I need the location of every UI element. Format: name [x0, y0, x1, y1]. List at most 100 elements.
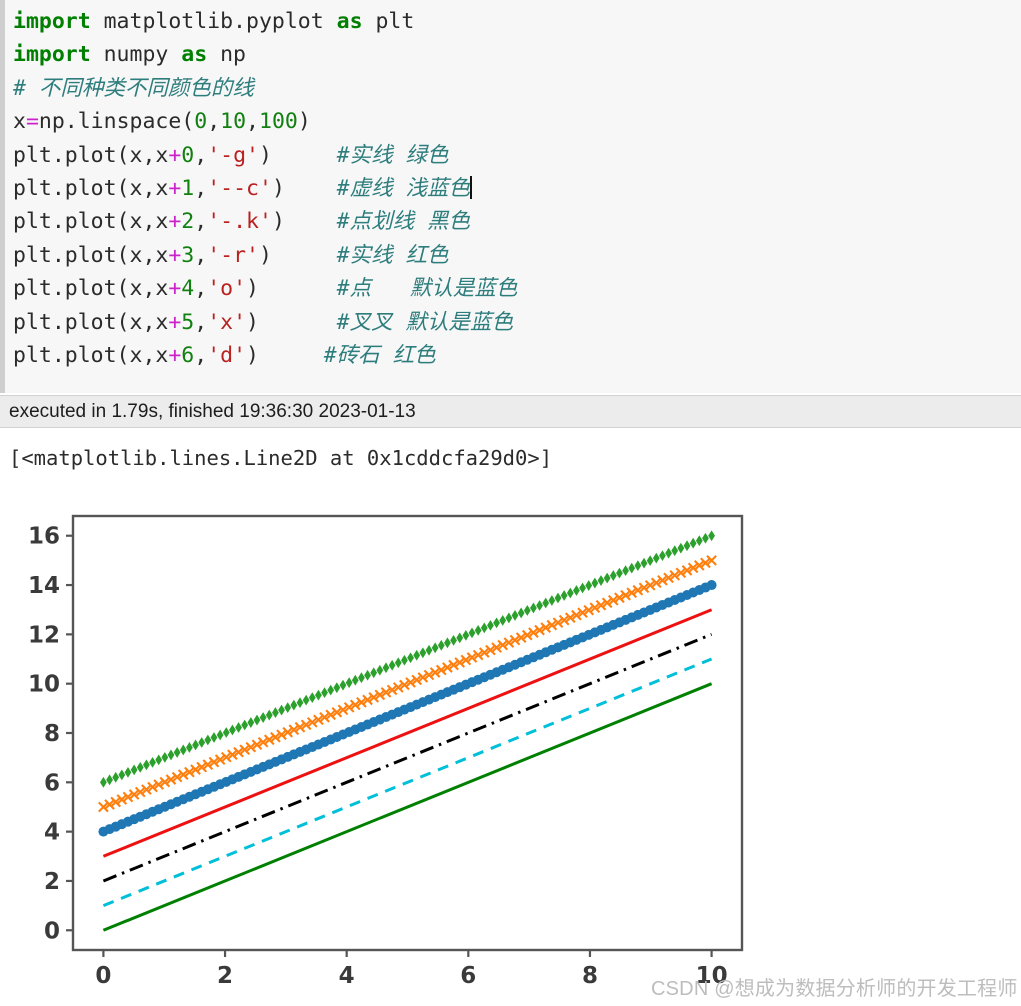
figure-background — [17, 504, 752, 1000]
code-token-num: 100 — [259, 109, 298, 135]
code-token-cmt: #叉叉 默认是蓝色 — [336, 309, 514, 335]
code-token-nm: matplotlib.pyplot — [90, 9, 337, 34]
code-token-op: + — [168, 142, 182, 168]
ytick-label: 2 — [44, 869, 60, 895]
matplotlib-figure-output: 0 2 4 6 8 10 12 14 16 0 2 4 6 8 10 — [17, 504, 752, 1000]
code-token-cmt: #点划线 黑色 — [336, 209, 471, 235]
code-token-nm: , — [207, 109, 221, 135]
code-token-nm: ) — [246, 276, 337, 302]
code-line[interactable]: plt.plot(x,x+2,'-.k') #点划线 黑色 — [13, 205, 517, 238]
ytick-label: 12 — [28, 622, 60, 648]
code-token-str: 'o' — [207, 276, 247, 302]
code-line[interactable]: import numpy as np — [13, 38, 517, 71]
ytick-label: 6 — [44, 770, 60, 796]
code-token-str: 'x' — [207, 309, 247, 335]
ytick-label: 8 — [44, 721, 60, 747]
code-token-nm: plt.plot(x,x — [13, 142, 169, 168]
code-token-nm: ) — [246, 343, 324, 369]
code-token-kw: as — [336, 9, 363, 34]
code-line[interactable]: plt.plot(x,x+5,'x') #叉叉 默认是蓝色 — [13, 306, 517, 339]
code-token-num: 1 — [181, 176, 195, 202]
code-token-nm: ) — [246, 309, 337, 335]
code-line[interactable]: import matplotlib.pyplot as plt — [13, 5, 517, 38]
code-token-kw: import — [13, 42, 91, 68]
xtick-label: 4 — [339, 963, 355, 989]
code-token-num: 10 — [220, 109, 247, 135]
notebook-code-cell[interactable]: import matplotlib.pyplot as plt import nu… — [0, 0, 1021, 393]
code-token-nm: ) — [271, 209, 337, 235]
code-token-num: 0 — [194, 109, 208, 135]
code-token-str: '-r' — [207, 242, 259, 268]
code-token-nm: plt.plot(x,x — [13, 242, 169, 268]
code-token-nm: , — [194, 343, 208, 369]
ytick-label: 4 — [44, 820, 60, 846]
code-source-area[interactable]: import matplotlib.pyplot as plt import nu… — [13, 5, 517, 372]
code-token-op: + — [168, 309, 182, 335]
code-line[interactable]: x=np.linspace(0,10,100) — [13, 105, 517, 138]
code-token-nm: numpy — [90, 42, 182, 68]
code-token-nm: , — [246, 109, 259, 135]
code-token-nm: plt.plot(x,x — [13, 343, 169, 369]
code-token-num: 5 — [181, 309, 195, 335]
code-token-str: '-.k' — [207, 209, 272, 235]
code-line[interactable]: plt.plot(x,x+4,'o') #点 默认是蓝色 — [13, 272, 517, 305]
code-token-nm: ) — [258, 142, 337, 168]
code-token-nm: , — [194, 209, 208, 235]
code-token-nm: np — [207, 42, 247, 68]
code-line[interactable]: # 不同种类不同颜色的线 — [13, 72, 517, 105]
xtick-label: 6 — [460, 963, 476, 989]
ytick-label: 10 — [28, 672, 60, 698]
code-token-num: 2 — [181, 209, 195, 235]
code-token-op: = — [25, 109, 39, 135]
code-token-str: '-g' — [207, 142, 259, 168]
code-token-kw: import — [13, 9, 91, 34]
xtick-label: 0 — [95, 963, 111, 989]
code-token-cmt: #实线 绿色 — [336, 142, 449, 168]
code-token-str: 'd' — [207, 343, 247, 369]
code-token-cmt: # 不同种类不同颜色的线 — [13, 75, 254, 101]
code-token-op: + — [168, 242, 182, 268]
code-token-num: 3 — [181, 242, 195, 268]
code-token-kw: as — [181, 42, 208, 68]
code-token-nm: plt — [362, 9, 415, 34]
code-token-nm: ) — [271, 176, 337, 202]
code-token-str: '--c' — [207, 176, 272, 202]
ytick-label: 16 — [28, 524, 60, 550]
ytick-label: 14 — [28, 573, 60, 599]
execution-status-text: executed in 1.79s, finished 19:36:30 202… — [9, 401, 416, 422]
plot-canvas: 02468101214160 2 4 6 8 10 — [17, 504, 752, 1000]
code-line[interactable]: plt.plot(x,x+1,'--c') #虚线 浅蓝色 — [13, 172, 517, 205]
code-line[interactable]: plt.plot(x,x+6,'d') #砖石 红色 — [13, 339, 517, 372]
cell-text-output: [<matplotlib.lines.Line2D at 0x1cddcfa29… — [9, 446, 553, 470]
csdn-watermark: CSDN @想成为数据分析师的开发工程师 — [651, 978, 1018, 1000]
code-token-nm: , — [194, 176, 208, 202]
code-token-nm: plt.plot(x,x — [13, 276, 169, 302]
code-token-cmt: #砖石 红色 — [323, 343, 436, 369]
code-token-op: + — [168, 343, 182, 369]
code-token-nm: , — [194, 309, 208, 335]
code-token-op: + — [168, 276, 182, 302]
code-token-op: + — [168, 209, 182, 235]
code-token-cmt: #虚线 浅蓝色 — [336, 176, 471, 202]
code-token-nm: , — [194, 242, 208, 268]
code-token-nm: , — [194, 276, 208, 302]
code-token-nm: plt.plot(x,x — [13, 209, 169, 235]
code-token-nm: ) — [297, 109, 311, 135]
text-cursor — [470, 176, 473, 200]
code-token-op: + — [168, 176, 182, 202]
code-token-nm: plt.plot(x,x — [13, 176, 169, 202]
code-token-nm: np.linspace( — [38, 109, 195, 135]
code-token-cmt: #点 默认是蓝色 — [336, 276, 518, 302]
code-line[interactable]: plt.plot(x,x+0,'-g') #实线 绿色 — [13, 139, 517, 172]
code-token-num: 0 — [181, 142, 195, 168]
ytick-label: 0 — [44, 918, 60, 944]
code-token-nm: ) — [258, 242, 337, 268]
code-token-num: 6 — [181, 343, 195, 369]
code-token-cmt: #实线 红色 — [336, 242, 449, 268]
code-line[interactable]: plt.plot(x,x+3,'-r') #实线 红色 — [13, 239, 517, 272]
code-token-nm: , — [194, 142, 208, 168]
code-token-nm: plt.plot(x,x — [13, 309, 169, 335]
xtick-label: 8 — [582, 963, 598, 989]
code-token-num: 4 — [181, 276, 195, 302]
xtick-label: 2 — [217, 963, 233, 989]
